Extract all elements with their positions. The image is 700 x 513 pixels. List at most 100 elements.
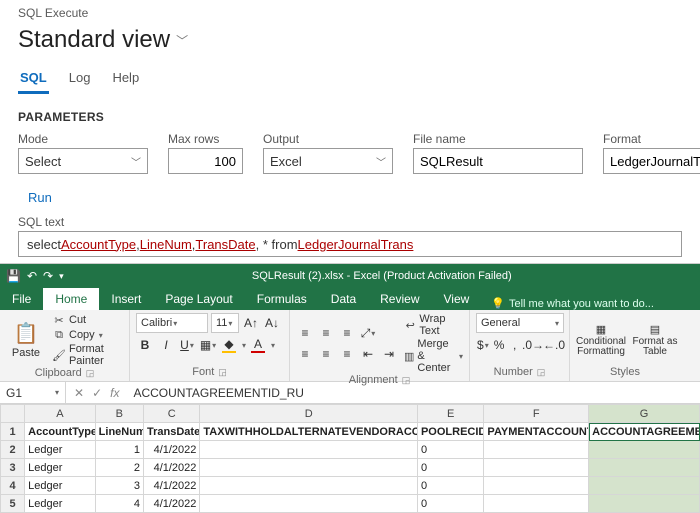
- copy-button[interactable]: ⧉Copy▾: [52, 328, 123, 342]
- row-header[interactable]: 4: [1, 477, 25, 495]
- col-header-e[interactable]: E: [417, 405, 483, 423]
- run-link[interactable]: Run: [28, 190, 52, 205]
- col-header-a[interactable]: A: [25, 405, 96, 423]
- cell[interactable]: 4: [95, 495, 143, 513]
- wraptext-button[interactable]: ↩Wrap Text: [404, 313, 463, 337]
- filetab-home[interactable]: Home: [43, 288, 99, 310]
- cell[interactable]: Ledger: [25, 495, 96, 513]
- underline-button[interactable]: U▾: [178, 336, 196, 354]
- cell[interactable]: 1: [95, 441, 143, 459]
- cell[interactable]: Ledger: [25, 459, 96, 477]
- cell[interactable]: 4/1/2022: [144, 477, 200, 495]
- title-chevron-down-icon[interactable]: ﹀: [176, 32, 188, 49]
- format-value[interactable]: [610, 154, 700, 169]
- align-right-icon[interactable]: ≡: [338, 345, 356, 363]
- merge-button[interactable]: ▥Merge & Center▾: [404, 338, 463, 374]
- cell[interactable]: [589, 477, 700, 495]
- shrink-font-icon[interactable]: A↓: [263, 314, 281, 332]
- cell[interactable]: [484, 459, 589, 477]
- redo-icon[interactable]: ↷: [43, 269, 53, 283]
- cell[interactable]: PAYMENTACCOUNT: [484, 423, 589, 441]
- align-left-icon[interactable]: ≡: [296, 345, 314, 363]
- cell[interactable]: 0: [417, 441, 483, 459]
- orientation-icon[interactable]: ⤢▾: [359, 324, 377, 342]
- col-header-d[interactable]: D: [200, 405, 418, 423]
- font-color-button[interactable]: A: [249, 336, 267, 354]
- filetab-file[interactable]: File: [0, 288, 43, 310]
- launcher-icon[interactable]: ◲: [86, 368, 95, 379]
- font-size-select[interactable]: 11▾: [211, 313, 239, 333]
- mode-select[interactable]: Select ﹀: [18, 148, 148, 174]
- cell-selected[interactable]: ACCOUNTAGREEMENTID: [589, 423, 700, 441]
- confirm-icon[interactable]: ✓: [92, 386, 102, 400]
- tab-log[interactable]: Log: [67, 66, 93, 94]
- font-name-select[interactable]: Calibri▾: [136, 313, 208, 333]
- dec-decimal-icon[interactable]: ←.0: [545, 336, 563, 354]
- sqltext-input[interactable]: select AccountType , LineNum , TransDate…: [18, 231, 682, 257]
- border-button[interactable]: ▦▾: [199, 336, 217, 354]
- fx-icon[interactable]: fx: [110, 386, 119, 400]
- format-input[interactable]: [603, 148, 700, 174]
- row-header[interactable]: 1: [1, 423, 25, 441]
- fill-color-button[interactable]: ◆: [220, 336, 238, 354]
- cell[interactable]: 3: [95, 477, 143, 495]
- filetab-insert[interactable]: Insert: [99, 288, 153, 310]
- output-select[interactable]: Excel ﹀: [263, 148, 393, 174]
- launcher-icon[interactable]: ◲: [402, 375, 411, 386]
- cell[interactable]: [200, 495, 418, 513]
- cell[interactable]: [200, 441, 418, 459]
- align-center-icon[interactable]: ≡: [317, 345, 335, 363]
- cell[interactable]: [200, 459, 418, 477]
- undo-icon[interactable]: ↶: [27, 269, 37, 283]
- filename-input[interactable]: [413, 148, 583, 174]
- tellme-input[interactable]: Tell me what you want to do...: [509, 298, 654, 310]
- maxrows-value[interactable]: [175, 154, 236, 169]
- col-header-b[interactable]: B: [95, 405, 143, 423]
- cell[interactable]: [589, 441, 700, 459]
- filetab-view[interactable]: View: [432, 288, 482, 310]
- filetab-pagelayout[interactable]: Page Layout: [153, 288, 244, 310]
- row-header[interactable]: 3: [1, 459, 25, 477]
- grow-font-icon[interactable]: A↑: [242, 314, 260, 332]
- align-top-icon[interactable]: ≡: [296, 324, 314, 342]
- cell[interactable]: 4/1/2022: [144, 459, 200, 477]
- cell[interactable]: 0: [417, 459, 483, 477]
- col-header-c[interactable]: C: [144, 405, 200, 423]
- cell[interactable]: TAXWITHHOLDALTERNATEVENDORACCT_TH: [200, 423, 418, 441]
- cell[interactable]: Ledger: [25, 441, 96, 459]
- row-header[interactable]: 5: [1, 495, 25, 513]
- select-all-corner[interactable]: [1, 405, 25, 423]
- cell[interactable]: [484, 441, 589, 459]
- cell[interactable]: [484, 477, 589, 495]
- align-middle-icon[interactable]: ≡: [317, 324, 335, 342]
- launcher-icon[interactable]: ◲: [537, 367, 546, 378]
- cut-button[interactable]: ✂Cut: [52, 313, 123, 327]
- cell[interactable]: [589, 495, 700, 513]
- align-bottom-icon[interactable]: ≡: [338, 324, 356, 342]
- cell[interactable]: 0: [417, 495, 483, 513]
- maxrows-input[interactable]: [168, 148, 243, 174]
- cell[interactable]: POOLRECID: [417, 423, 483, 441]
- cancel-icon[interactable]: ✕: [74, 386, 84, 400]
- italic-button[interactable]: I: [157, 336, 175, 354]
- percent-icon[interactable]: %: [493, 336, 506, 354]
- bold-button[interactable]: B: [136, 336, 154, 354]
- tab-help[interactable]: Help: [110, 66, 141, 94]
- indent-dec-icon[interactable]: ⇤: [359, 345, 377, 363]
- cell[interactable]: 2: [95, 459, 143, 477]
- cell[interactable]: [200, 477, 418, 495]
- indent-inc-icon[interactable]: ⇥: [380, 345, 398, 363]
- conditional-formatting-button[interactable]: ▦ Conditional Formatting: [576, 323, 626, 357]
- launcher-icon[interactable]: ◲: [218, 367, 227, 378]
- comma-icon[interactable]: ,: [508, 336, 521, 354]
- number-format-select[interactable]: General▾: [476, 313, 564, 333]
- filetab-data[interactable]: Data: [319, 288, 368, 310]
- cell[interactable]: TransDate: [144, 423, 200, 441]
- worksheet-grid[interactable]: A B C D E F G 1 AccountType LineNum Tran…: [0, 404, 700, 513]
- cell[interactable]: 4/1/2022: [144, 441, 200, 459]
- cell[interactable]: 0: [417, 477, 483, 495]
- filetab-formulas[interactable]: Formulas: [245, 288, 319, 310]
- cell[interactable]: Ledger: [25, 477, 96, 495]
- cell[interactable]: [484, 495, 589, 513]
- cell[interactable]: AccountType: [25, 423, 96, 441]
